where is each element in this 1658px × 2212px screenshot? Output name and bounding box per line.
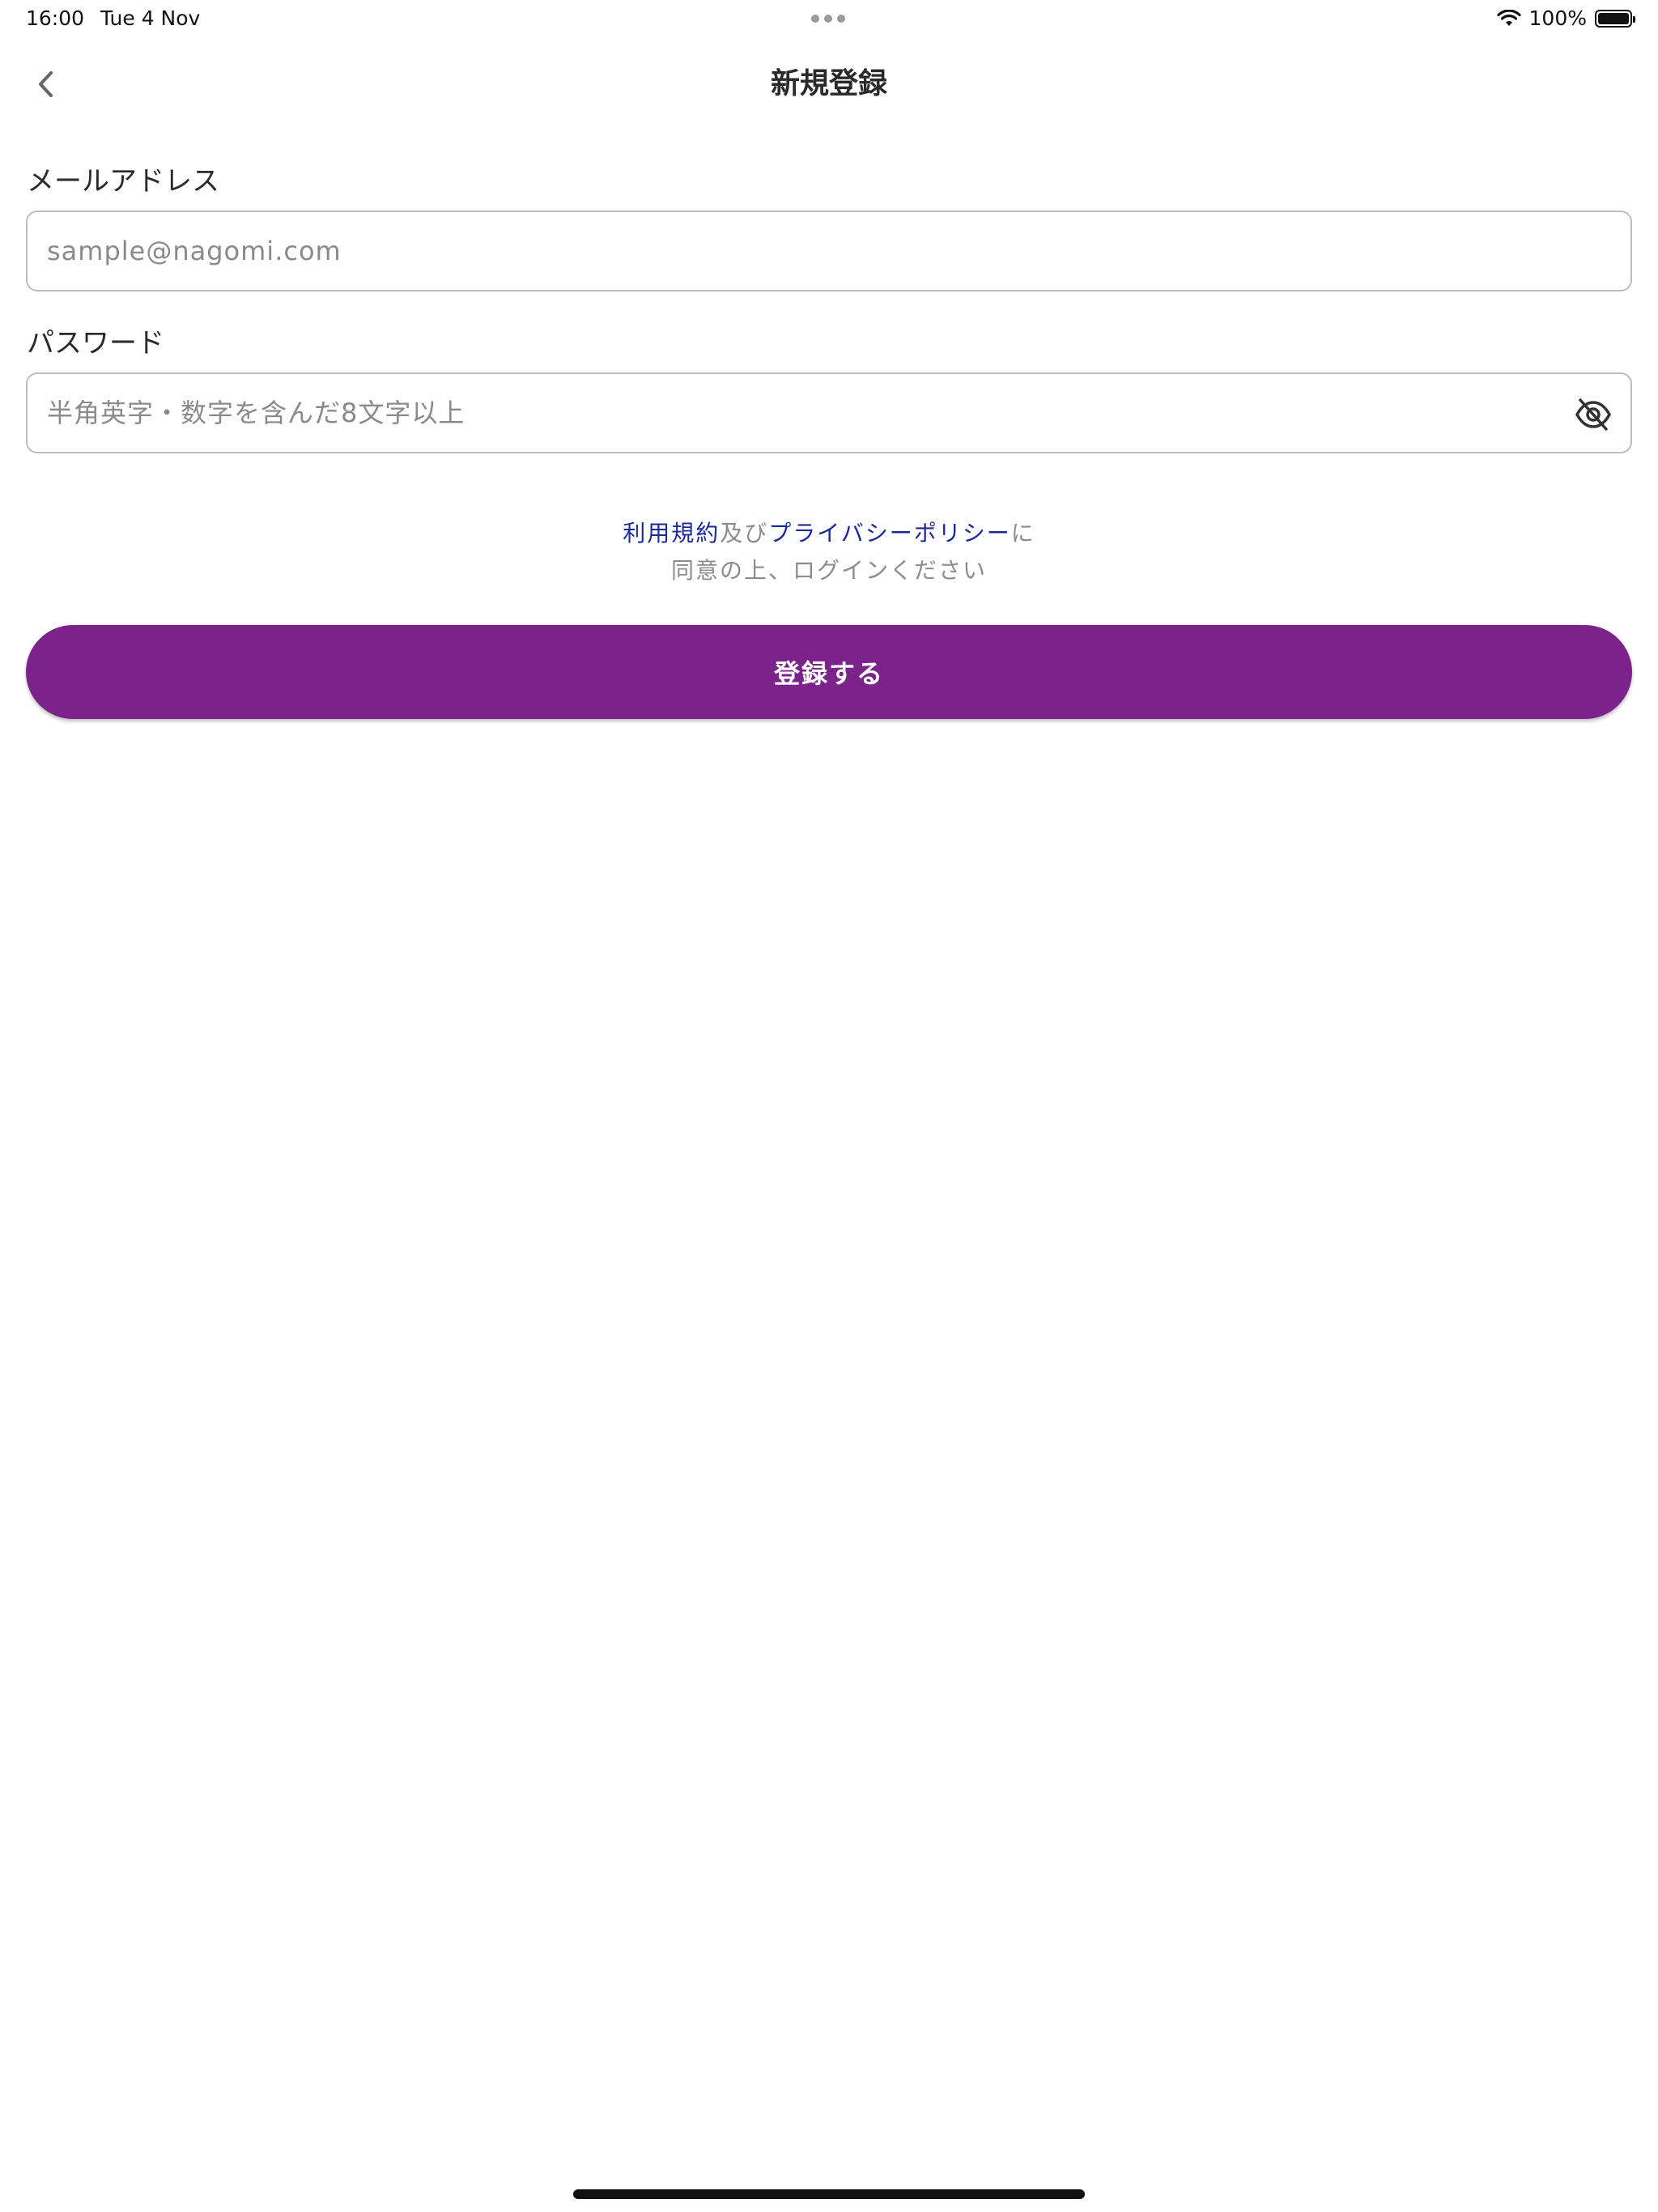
- page-title: 新規登録: [770, 67, 887, 100]
- terms-line-2: 同意の上、ログインください: [670, 557, 987, 584]
- eye-off-icon: [1575, 398, 1611, 431]
- password-visibility-toggle[interactable]: [1574, 395, 1613, 434]
- password-input[interactable]: [47, 374, 1569, 452]
- status-date: Tue 4 Nov: [100, 6, 201, 30]
- terms-and-text: 及び: [720, 520, 769, 547]
- terms-line-1: 利用規約及びプライバシーポリシーに: [0, 515, 1658, 552]
- privacy-policy-link[interactable]: プライバシーポリシー: [768, 520, 1010, 547]
- multitasking-dots[interactable]: [811, 15, 845, 23]
- status-indicators: 100%: [1496, 6, 1635, 30]
- register-button[interactable]: 登録する: [26, 625, 1632, 719]
- battery-icon: [1595, 9, 1635, 28]
- status-bar: 16:00 Tue 4 Nov 100%: [0, 0, 1658, 39]
- password-field-container: [26, 372, 1632, 453]
- email-field-container: [26, 211, 1632, 291]
- dot: [824, 15, 832, 23]
- dot: [811, 15, 819, 23]
- email-label: メールアドレス: [27, 165, 219, 198]
- terms-suffix: に: [1010, 520, 1035, 547]
- status-time-date: 16:00 Tue 4 Nov: [26, 6, 200, 30]
- terms-notice: 利用規約及びプライバシーポリシーに 同意の上、ログインください: [0, 515, 1658, 589]
- wifi-icon: [1496, 9, 1521, 26]
- home-indicator[interactable]: [573, 2189, 1085, 2199]
- battery-percent: 100%: [1528, 6, 1587, 30]
- email-input[interactable]: [47, 212, 1569, 290]
- password-label: パスワード: [27, 327, 164, 359]
- dot: [837, 15, 845, 23]
- status-time: 16:00: [26, 6, 85, 30]
- terms-of-service-link[interactable]: 利用規約: [623, 520, 720, 547]
